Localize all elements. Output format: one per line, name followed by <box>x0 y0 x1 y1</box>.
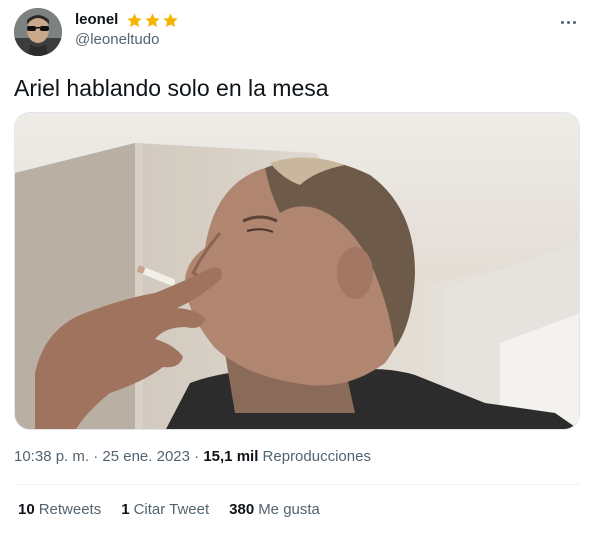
star-icon <box>145 12 161 27</box>
display-name[interactable]: leonel <box>75 10 118 30</box>
likes-label: Me gusta <box>258 501 320 518</box>
quotes-count: 1 <box>121 501 130 518</box>
star-icon <box>127 12 143 27</box>
more-icon[interactable] <box>558 12 578 32</box>
retweets-stat[interactable]: 10 Retweets <box>18 500 101 520</box>
avatar[interactable] <box>14 8 62 56</box>
tweet-time[interactable]: 10:38 p. m. <box>14 448 89 465</box>
star-icon <box>163 12 179 27</box>
tweet-date[interactable]: 25 ene. 2023 <box>102 448 190 465</box>
retweets-label: Retweets <box>38 501 102 518</box>
tweet-header: leonel @leoneltudo <box>14 8 584 58</box>
tweet-stats: 10 Retweets 1 Citar Tweet 380 Me gusta <box>18 500 320 520</box>
separator: · <box>89 448 103 465</box>
separator: · <box>189 448 204 465</box>
tweet-media-image[interactable] <box>14 112 580 430</box>
divider <box>14 484 580 485</box>
likes-stat[interactable]: 380 Me gusta <box>229 500 320 520</box>
views-count: 15,1 mil <box>203 448 259 465</box>
likes-count: 380 <box>229 501 255 518</box>
tweet-text: Ariel hablando solo en la mesa <box>14 75 329 101</box>
quotes-stat[interactable]: 1 Citar Tweet <box>121 500 209 520</box>
retweets-count: 10 <box>18 501 35 518</box>
user-handle[interactable]: @leoneltudo <box>75 30 179 50</box>
views-label: Reproducciones <box>262 448 371 465</box>
tweet-metadata: 10:38 p. m. · 25 ene. 2023 · 15,1 mil Re… <box>14 447 371 467</box>
quotes-label: Citar Tweet <box>133 501 210 518</box>
